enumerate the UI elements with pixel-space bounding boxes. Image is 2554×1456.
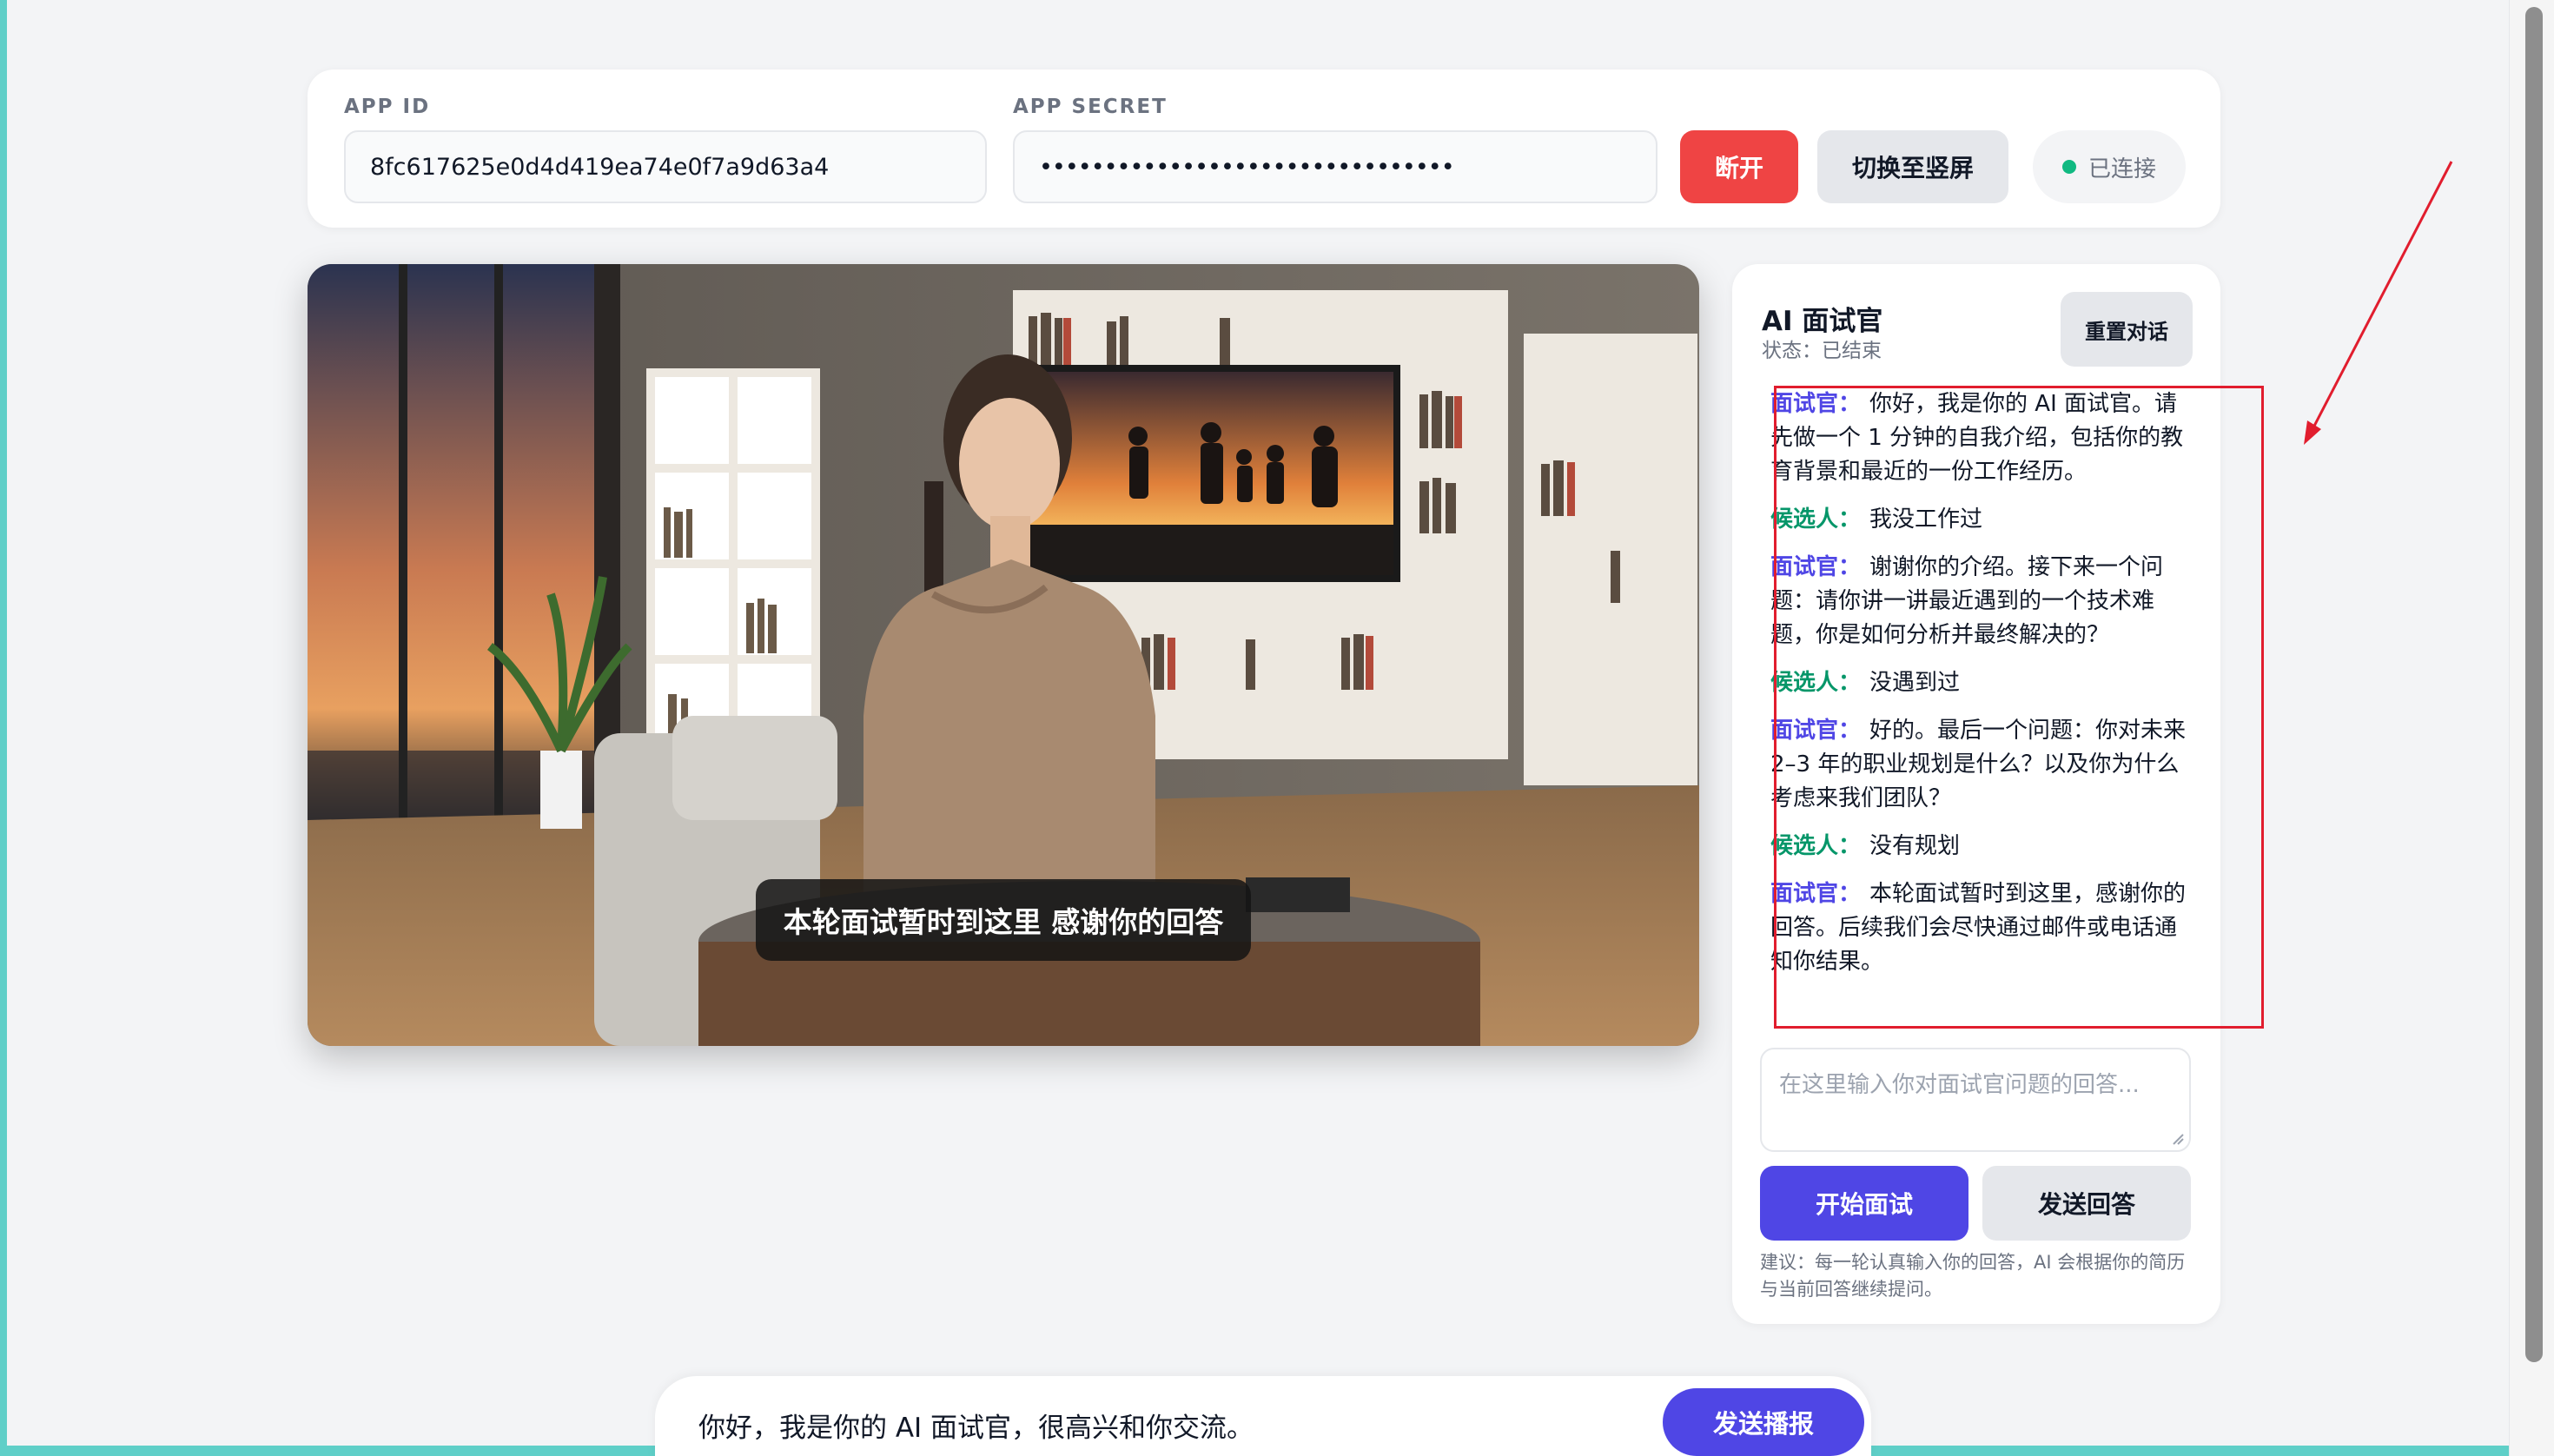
window-frame-left [0, 0, 7, 1456]
start-interview-button[interactable]: 开始面试 [1760, 1166, 1968, 1241]
switch-orientation-button[interactable]: 切换至竖屏 [1817, 130, 2008, 203]
avatar-subtitle: 本轮面试暂时到这里 感谢你的回答 [756, 879, 1251, 961]
reply-textarea[interactable]: 在这里输入你对面试官问题的回答... [1760, 1048, 2191, 1152]
app-id-label: APP ID [344, 96, 431, 118]
connection-status-text: 已连接 [2088, 156, 2156, 182]
broadcast-bar: 你好，我是你的 AI 面试官，很高兴和你交流。 发送播报 [655, 1376, 1871, 1456]
config-card: APP ID 8fc617625e0d4d419ea74e0f7a9d63a4 … [308, 69, 2220, 228]
broadcast-input[interactable]: 你好，我是你的 AI 面试官，很高兴和你交流。 [698, 1406, 1254, 1445]
hint-text: 建议：每一轮认真输入你的回答，AI 会根据你的简历与当前回答继续提问。 [1760, 1252, 2186, 1300]
app-secret-input[interactable]: •••••••••••••••••••••••••••••••• [1013, 130, 1657, 203]
panel-status: 状态：已结束 [1762, 340, 1882, 362]
reset-conversation-button[interactable]: 重置对话 [2061, 292, 2193, 367]
send-answer-button[interactable]: 发送回答 [1982, 1166, 2191, 1241]
page-scrollbar[interactable] [2509, 0, 2554, 1456]
connected-dot-icon [2061, 160, 2076, 174]
disconnect-button[interactable]: 断开 [1680, 130, 1798, 203]
scrollbar-thumb[interactable] [2525, 7, 2543, 1362]
reply-placeholder: 在这里输入你对面试官问题的回答... [1779, 1072, 2140, 1098]
app-secret-label: APP SECRET [1013, 96, 1168, 118]
send-broadcast-button[interactable]: 发送播报 [1663, 1388, 1864, 1456]
avatar-video-stage: 本轮面试暂时到这里 感谢你的回答 [308, 264, 1699, 1046]
connection-status-badge: 已连接 [2033, 130, 2186, 203]
panel-title: AI 面试官 [1762, 306, 1883, 337]
resize-grip-icon[interactable] [2172, 1133, 2184, 1145]
app-id-input[interactable]: 8fc617625e0d4d419ea74e0f7a9d63a4 [344, 130, 987, 203]
annotation-highlight-box [1774, 386, 2264, 1029]
